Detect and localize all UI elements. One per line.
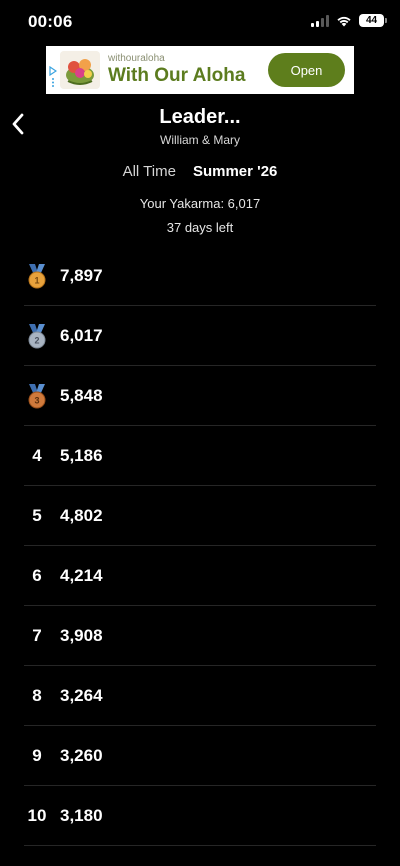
page-title: Leader... [159,106,241,128]
tab-all-time[interactable]: All Time [123,163,176,180]
leaderboard-row: 3 5,848 [24,366,376,426]
rank-number: 6 [32,565,42,585]
leaderboard-row: 7 3,908 [24,606,376,666]
ad-logo-icon [60,51,100,89]
battery-level: 44 [365,15,378,26]
ad-choices-icon[interactable] [49,66,57,88]
score: 5,186 [60,445,103,465]
cellular-signal-icon [311,14,329,27]
score: 3,180 [60,805,103,825]
score: 4,802 [60,505,103,525]
rank-cell: 2 [24,323,50,349]
rank-number: 8 [32,685,42,705]
status-time: 00:06 [28,12,73,31]
score: 7,897 [60,265,103,285]
rank-number: 5 [32,505,42,525]
rank-cell: 3 [24,383,50,409]
ad-banner[interactable]: withouraloha With Our Aloha Open [46,46,354,94]
leaderboard-row: 1 7,897 [24,246,376,306]
tab-summer-26[interactable]: Summer '26 [193,163,277,180]
medal-rank-label: 1 [34,275,39,285]
ad-title[interactable]: With Our Aloha [108,65,245,87]
status-icons: 44 [311,14,387,27]
medal-rank-label: 2 [34,335,39,345]
bronze-medal-icon: 3 [28,383,46,408]
status-bar: 00:06 44 [0,0,400,46]
medal-rank-label: 3 [34,395,39,405]
your-yakarma: Your Yakarma: 6,017 [139,196,261,211]
rank-number: 7 [32,625,42,645]
score: 3,260 [60,745,103,765]
leaderboard-row: 10 3,180 [24,786,376,846]
rank-number: 4 [32,445,42,465]
silver-medal-icon: 2 [28,323,46,348]
leaderboard-row: 9 3,260 [24,726,376,786]
score: 4,214 [60,565,103,585]
battery-icon: 44 [359,14,387,27]
score: 3,908 [60,625,103,645]
leaderboard-row: 5 4,802 [24,486,376,546]
leaderboard-row: 4 5,186 [24,426,376,486]
rank-number: 10 [27,805,47,825]
wifi-icon [336,15,352,27]
rank-cell: 1 [24,263,50,289]
gold-medal-icon: 1 [28,263,46,288]
score: 5,848 [60,385,103,405]
leaderboard-row: 2 6,017 [24,306,376,366]
leaderboard-row: 8 3,264 [24,666,376,726]
ad-open-button[interactable]: Open [268,53,345,87]
ad-brand: withouraloha [108,53,165,64]
score: 6,017 [60,325,103,345]
leaderboard-list: 1 7,897 2 6,017 3 5,848 4 5,186 5 4,802 … [24,246,376,846]
score: 3,264 [60,685,103,705]
period-tabs: All Time Summer '26 [0,163,400,180]
rank-number: 9 [32,745,42,765]
days-left: 37 days left [166,220,234,235]
page-subtitle: William & Mary [160,133,240,147]
leaderboard-row: 6 4,214 [24,546,376,606]
